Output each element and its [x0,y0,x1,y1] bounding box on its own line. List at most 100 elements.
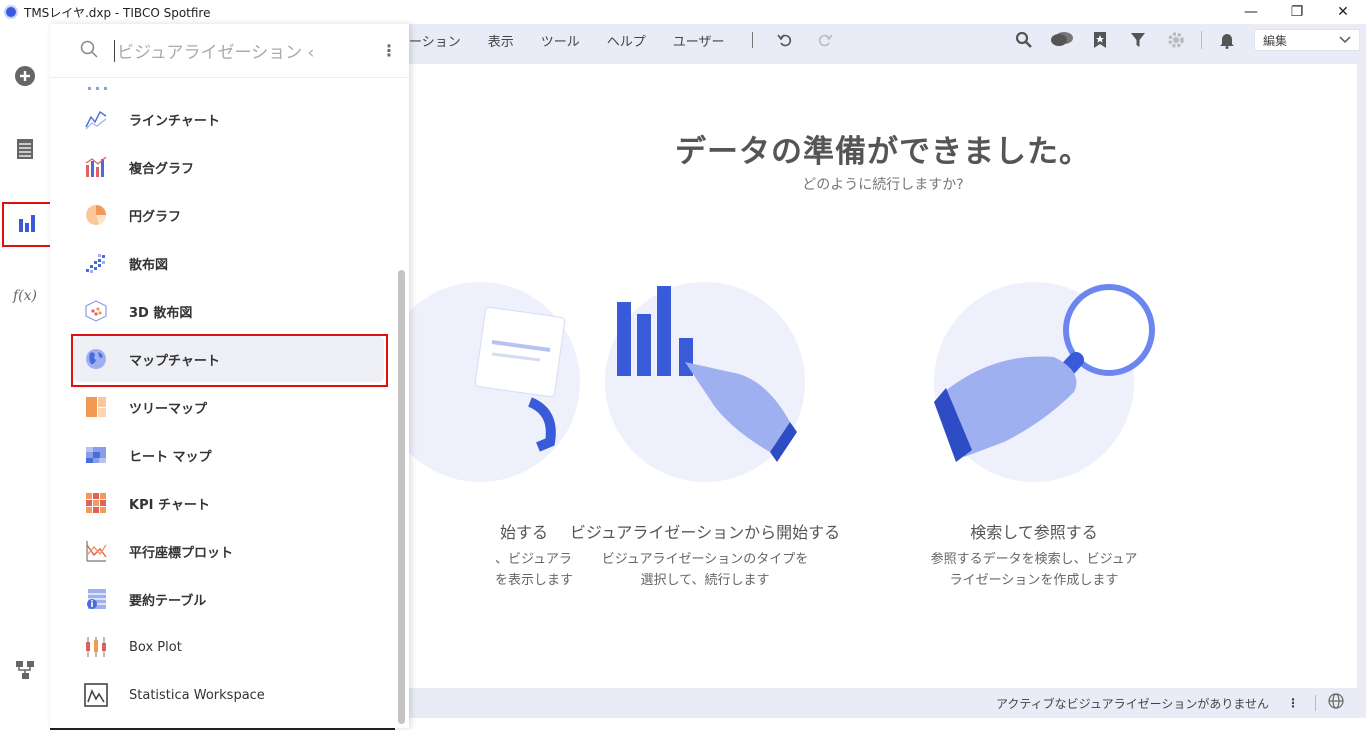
data-flow-icon [15,660,35,684]
status-bar: アクティブなビジュアライゼーションがありません ⋮ [409,688,1366,718]
pie-chart-icon [84,203,108,227]
summary-table-icon [84,587,108,611]
search-and-browse-desc-line1: 参照するデータを検索し、ビジュア [930,552,1138,567]
kpi-chart-icon [84,491,108,515]
start-from-visualization-illustration [605,282,805,482]
bar-chart-icon [17,213,37,237]
search-and-browse-illustration [934,282,1155,482]
vis-type-label: ヒート マップ [129,449,212,465]
data-table-icon [16,138,34,164]
vis-type-scatter-plot[interactable]: 散布図 [74,240,384,286]
toolbar-separator [1201,31,1202,49]
start-from-visualization-title: ビジュアライゼーションから開始する [569,523,841,542]
window-controls: — ❐ ✕ [1228,0,1366,24]
visualization-search-input[interactable]: ビジュアライゼーション ‹ [117,38,327,63]
close-button[interactable]: ✕ [1320,0,1366,24]
menu-user[interactable]: ユーザー [673,31,725,50]
vis-type-treemap[interactable]: ツリーマップ [74,384,384,430]
parallel-coordinate-icon [84,539,108,563]
visualization-types-button[interactable] [2,202,52,247]
vis-type-summary-table[interactable]: 要約テーブル [74,576,384,622]
start-canvas: データの準備ができました。 どのように続行しますか? 始する 、ビジュアラ を表… [380,64,1357,688]
treemap-icon [84,395,108,419]
status-more-icon[interactable]: ⋮ [1287,696,1299,710]
vis-type-kpi-chart[interactable]: KPI チャート [74,480,384,526]
search-and-browse-desc: 参照するデータを検索し、ビジュア ライゼーションを作成します [884,549,1184,591]
function-icon: f(x) [12,288,37,304]
data-table-button[interactable] [0,129,50,173]
box-plot-icon [84,635,108,659]
vis-type-box-plot[interactable]: Box Plot [74,624,384,670]
text-cursor [114,39,115,62]
vis-type-label: 複合グラフ [129,161,195,177]
bookmark-icon[interactable] [1081,31,1119,49]
expressions-button[interactable]: f(x) [0,274,50,318]
statistica-workspace-icon [84,683,108,707]
page-subtitle: どのように続行しますか? [802,177,964,193]
notification-bell-icon[interactable] [1208,31,1246,49]
menu-visualization[interactable]: ーション [409,31,461,50]
collaboration-icon[interactable] [1043,31,1081,49]
vis-type-label: Statistica Workspace [129,687,265,703]
vis-type-combination-chart[interactable]: 複合グラフ [74,144,384,190]
undo-icon[interactable] [775,30,795,50]
combination-chart-icon [84,155,108,179]
vis-type-parallel-coordinate-plot[interactable]: 平行座標プロット [74,528,384,574]
redo-icon[interactable] [815,30,835,50]
search-and-browse-card[interactable]: 検索して参照する 参照するデータを検索し、ビジュア ライゼーションを作成します [884,282,1184,591]
vis-type-label: ツリーマップ [129,401,208,417]
start-from-data-illustration [380,282,580,482]
globe-icon[interactable] [1328,693,1344,713]
status-text: アクティブなビジュアライゼーションがありません [995,696,1269,711]
search-and-browse-desc-line2: ライゼーションを作成します [949,573,1119,588]
line-chart-icon [84,107,108,131]
minimize-button[interactable]: — [1228,0,1274,24]
menu-tools[interactable]: ツール [541,31,580,50]
menu-help[interactable]: ヘルプ [607,31,646,50]
vis-type-label: 3D 散布図 [129,305,193,321]
flyout-scrollbar[interactable] [398,270,405,724]
left-rail: f(x) [0,24,52,730]
start-from-visualization-desc-line2: 選択して、続行します [640,573,770,588]
start-from-visualization-card[interactable]: ビジュアライゼーションから開始する ビジュアライゼーションのタイプを 選択して、… [555,282,855,591]
toolbar-right: 編集 [1005,24,1366,56]
maximize-button[interactable]: ❐ [1274,0,1320,24]
vis-type-pie-chart[interactable]: 円グラフ [74,192,384,238]
selected-item-highlight [71,334,388,387]
partial-item-icon [88,76,108,90]
vis-type-label: 平行座標プロット [129,545,234,561]
filter-icon[interactable] [1119,32,1157,48]
menu-separator [751,32,753,48]
vis-type-label: 円グラフ [129,209,182,225]
search-icon [80,40,100,62]
vis-type-label: ラインチャート [129,113,220,129]
vis-type-label: 散布図 [129,257,169,273]
vis-type-label: 要約テーブル [129,593,207,609]
start-from-visualization-desc-line1: ビジュアライゼーションのタイプを [601,552,809,567]
vis-type-3d-scatter-plot[interactable]: 3D 散布図 [74,288,384,334]
vis-type-label: Box Plot [129,639,182,655]
chevron-down-icon [1339,33,1351,47]
add-data-button[interactable] [0,56,50,100]
heat-map-icon [84,443,108,467]
spotfire-app-icon [4,5,18,19]
plus-circle-icon [14,65,36,91]
more-options-icon[interactable]: ⋮ [381,41,397,60]
start-from-visualization-desc: ビジュアライゼーションのタイプを 選択して、続行します [555,549,855,591]
search-icon[interactable] [1005,31,1043,49]
menu-view[interactable]: 表示 [488,31,514,50]
data-canvas-button[interactable] [0,650,50,694]
vis-type-line-chart[interactable]: ラインチャート [74,96,384,142]
menu-bar: ーション 表示 ツール ヘルプ ユーザー 編集 [409,24,1366,56]
mode-select[interactable]: 編集 [1254,29,1360,51]
3d-scatter-plot-icon [84,299,108,323]
title-bar: TMSレイヤ.dxp - TIBCO Spotfire — ❐ ✕ [0,0,1366,24]
canvas-top-strip [409,56,1366,64]
vis-type-label: KPI チャート [129,497,210,513]
search-and-browse-title: 検索して参照する [970,523,1098,542]
visualization-search-row: ビジュアライゼーション ‹ ⋮ [50,24,409,78]
vis-type-statistica-workspace[interactable]: Statistica Workspace [74,672,384,718]
settings-icon[interactable] [1157,31,1195,49]
window-title: TMSレイヤ.dxp - TIBCO Spotfire [24,5,211,20]
vis-type-heat-map[interactable]: ヒート マップ [74,432,384,478]
